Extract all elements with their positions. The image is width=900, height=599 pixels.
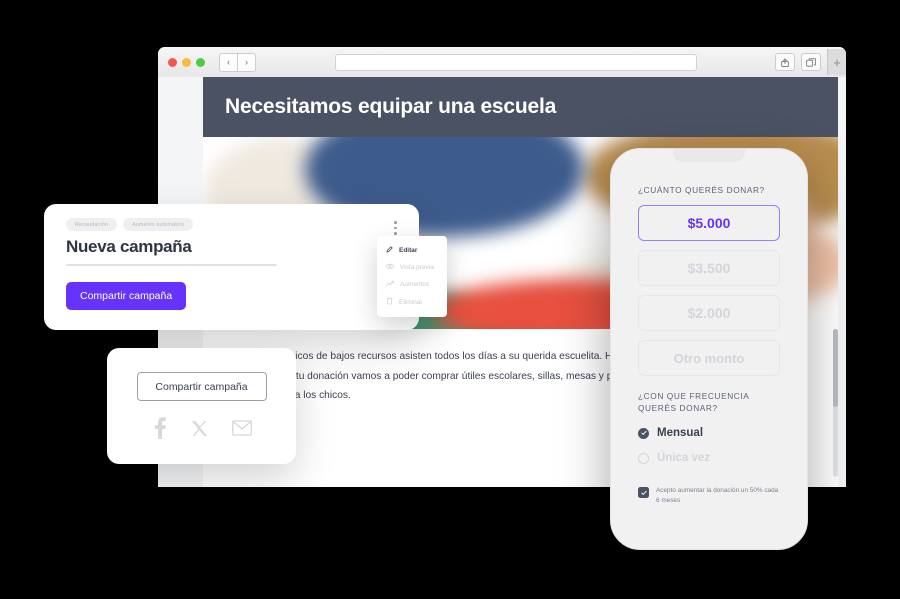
consent-row: Acepto aumentar la donación un 50% cada … <box>638 486 780 506</box>
social-share-list <box>107 417 296 439</box>
screenshot-stage: ‹ › + Necesitamos equipar una escuela ch… <box>0 0 900 599</box>
new-tab-button[interactable]: + <box>827 49 846 75</box>
share-campaign-card: Compartir campaña <box>107 348 296 464</box>
facebook-icon[interactable] <box>152 417 167 439</box>
radio-unselected-icon <box>638 452 649 464</box>
phone-mockup: ¿Cuánto querés donar? $5.000 $3.500 $2.0… <box>610 148 808 550</box>
phone-screen: ¿Cuánto querés donar? $5.000 $3.500 $2.0… <box>611 162 807 539</box>
share-campaign-button[interactable]: Compartir campaña <box>66 282 187 310</box>
amount-option-3500[interactable]: $3.500 <box>638 250 780 287</box>
chrome-right-actions: + <box>775 49 846 75</box>
campaign-tag: Recaudación <box>66 218 118 231</box>
campaign-card: Recaudación Aumento automático Nueva cam… <box>44 204 419 330</box>
back-button[interactable]: ‹ <box>219 52 237 72</box>
pencil-icon <box>386 246 393 255</box>
donation-frequency-label: ¿Con que frecuencia querés donar? <box>638 391 749 414</box>
trash-icon <box>386 297 393 307</box>
campaign-title: Nueva campaña <box>66 237 192 256</box>
menu-item-label: Eliminar <box>399 298 423 306</box>
eye-icon <box>386 263 394 272</box>
x-twitter-icon[interactable] <box>191 417 208 439</box>
menu-item-aumentos[interactable]: Aumentos <box>377 276 447 293</box>
trending-up-icon <box>386 280 394 289</box>
share-campaign-outline-button[interactable]: Compartir campaña <box>136 372 267 401</box>
frequency-option-mensual[interactable]: Mensual <box>638 427 780 439</box>
tabs-icon[interactable] <box>801 53 821 71</box>
campaign-context-menu: Editar Vista previa Aumentos Eliminar <box>377 236 447 317</box>
address-bar-wrapper <box>264 53 767 71</box>
amount-option-other[interactable]: Otro monto <box>638 340 780 377</box>
frequency-option-label: Única vez <box>657 452 711 465</box>
consent-label: Acepto aumentar la donación un 50% cada … <box>656 487 779 504</box>
minimize-window-button[interactable] <box>182 57 191 67</box>
browser-chrome: ‹ › + <box>158 47 846 78</box>
close-window-button[interactable] <box>168 57 177 67</box>
menu-item-editar[interactable]: Editar <box>377 242 447 259</box>
page-scrollbar[interactable] <box>833 329 838 477</box>
amount-option-2000[interactable]: $2.000 <box>638 295 780 332</box>
menu-item-eliminar[interactable]: Eliminar <box>377 293 447 311</box>
donation-amount-label: ¿Cuánto querés donar? <box>638 185 765 195</box>
campaign-tag-list: Recaudación Aumento automático <box>44 204 419 231</box>
forward-button[interactable]: › <box>237 52 256 72</box>
radio-selected-icon <box>638 427 649 439</box>
window-traffic-lights <box>166 57 205 67</box>
navigation-buttons: ‹ › <box>219 52 256 72</box>
page-header-bar: Necesitamos equipar una escuela <box>203 77 838 137</box>
campaign-tag: Aumento automático <box>123 218 194 231</box>
phone-notch <box>673 149 745 162</box>
email-icon[interactable] <box>231 417 252 439</box>
share-icon[interactable] <box>775 53 795 71</box>
menu-item-label: Vista previa <box>400 264 434 271</box>
menu-item-label: Aumentos <box>400 281 430 288</box>
frequency-option-label: Mensual <box>657 427 704 440</box>
consent-checkbox[interactable] <box>638 487 649 499</box>
campaign-divider <box>66 264 277 266</box>
page-title: Necesitamos equipar una escuela <box>225 95 557 118</box>
more-vertical-icon[interactable] <box>394 221 397 235</box>
address-bar-input[interactable] <box>334 53 697 71</box>
maximize-window-button[interactable] <box>196 57 205 67</box>
menu-item-vista-previa[interactable]: Vista previa <box>377 259 447 276</box>
menu-item-label: Editar <box>399 247 418 254</box>
amount-option-5000[interactable]: $5.000 <box>638 205 780 242</box>
frequency-option-unica-vez[interactable]: Única vez <box>638 452 780 464</box>
